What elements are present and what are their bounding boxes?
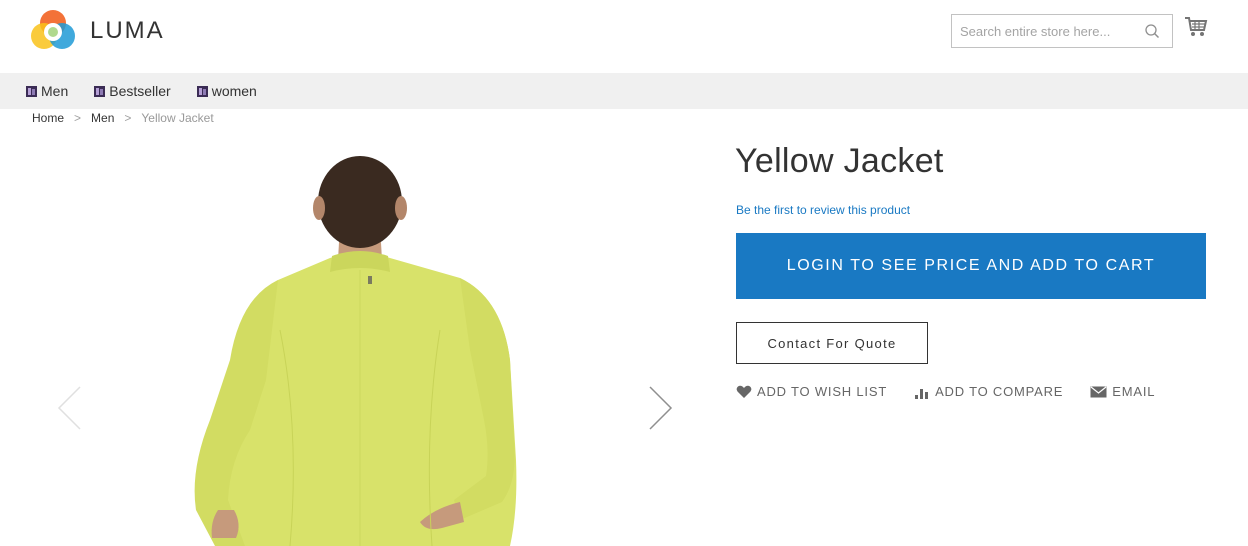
email-label: EMAIL [1112,384,1156,399]
breadcrumb-home[interactable]: Home [32,111,64,125]
contact-for-quote-button[interactable]: Contact For Quote [736,322,928,364]
review-link[interactable]: Be the first to review this product [736,203,910,217]
luma-logo-icon [31,10,75,49]
breadcrumb: Home > Men > Yellow Jacket [32,111,214,125]
add-to-wishlist-label: ADD TO WISH LIST [757,384,888,399]
envelope-icon [1090,386,1107,397]
breadcrumb-separator: > [74,111,82,125]
login-to-see-price-button[interactable]: LOGIN TO SEE PRICE AND ADD TO CART [736,233,1206,299]
cart-icon[interactable] [1184,16,1208,38]
nav-item-bestseller[interactable]: Bestseller [94,83,171,99]
add-to-compare-label: ADD TO COMPARE [935,384,1064,399]
add-to-compare-link[interactable]: ADD TO COMPARE [914,384,1063,399]
gallery-next-arrow[interactable] [648,385,674,431]
category-icon [26,85,37,97]
search-input[interactable] [952,15,1132,47]
email-link[interactable]: EMAIL [1090,384,1155,399]
logo-text: LUMA [90,17,165,44]
add-to-wishlist-link[interactable]: ADD TO WISH LIST [736,384,887,399]
search-icon[interactable] [1144,23,1160,39]
nav-item-men[interactable]: Men [26,83,68,99]
category-icon [196,85,208,97]
gallery-prev-arrow[interactable] [56,385,82,431]
product-actions: ADD TO WISH LIST ADD TO COMPARE EMAIL [736,384,1182,399]
product-gallery [40,130,700,546]
bar-chart-icon [915,388,929,399]
breadcrumb-separator: > [124,111,132,125]
category-icon [94,85,106,97]
product-image [194,156,517,546]
breadcrumb-men[interactable]: Men [91,111,114,125]
luma-logo[interactable]: LUMA [30,8,165,54]
product-title: Yellow Jacket [735,142,944,180]
main-nav: Men Bestseller women [0,73,1248,109]
heart-icon [736,385,752,398]
nav-item-label: Bestseller [109,83,171,99]
nav-item-women[interactable]: women [196,83,257,99]
breadcrumb-current: Yellow Jacket [141,111,214,125]
nav-item-label: women [211,83,257,99]
search-box [951,14,1173,48]
nav-item-label: Men [41,83,69,99]
